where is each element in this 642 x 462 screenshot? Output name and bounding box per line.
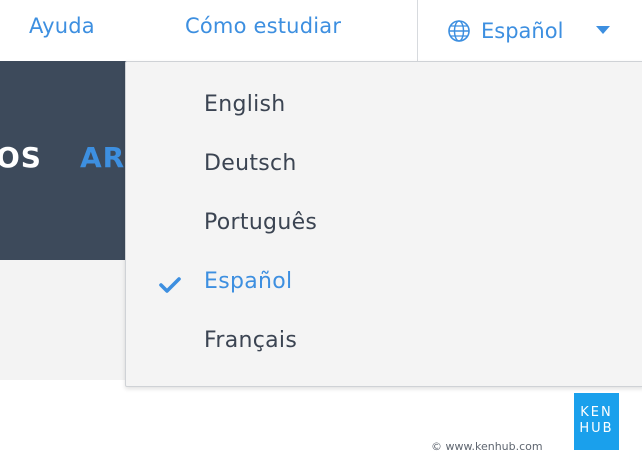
logo-line-2: HUB [579, 421, 614, 436]
globe-icon [448, 19, 470, 42]
copyright-text: © www.kenhub.com [431, 440, 543, 453]
language-option-deutsch[interactable]: Deutsch [204, 151, 297, 176]
top-navigation: Ayuda Cómo estudiar Español [0, 0, 642, 61]
checkmark-icon [159, 277, 181, 293]
nav-link-ayuda[interactable]: Ayuda [29, 14, 95, 38]
language-option-espanol[interactable]: Español [204, 269, 292, 294]
caret-down-icon [596, 26, 610, 34]
kenhub-logo: KEN HUB [574, 393, 619, 450]
language-option-english[interactable]: English [204, 92, 286, 117]
language-dropdown-menu: English Deutsch Português Español França… [125, 61, 642, 387]
language-selector-button[interactable]: Español [417, 0, 642, 61]
logo-line-1: KEN [580, 405, 613, 420]
hero-text-right: AR [80, 141, 126, 174]
nav-link-como-estudiar[interactable]: Cómo estudiar [185, 14, 341, 38]
language-option-portugues[interactable]: Português [204, 210, 317, 235]
language-selector-label: Español [481, 18, 564, 43]
language-option-francais[interactable]: Français [204, 328, 297, 353]
hero-text-left: OS [0, 141, 42, 174]
